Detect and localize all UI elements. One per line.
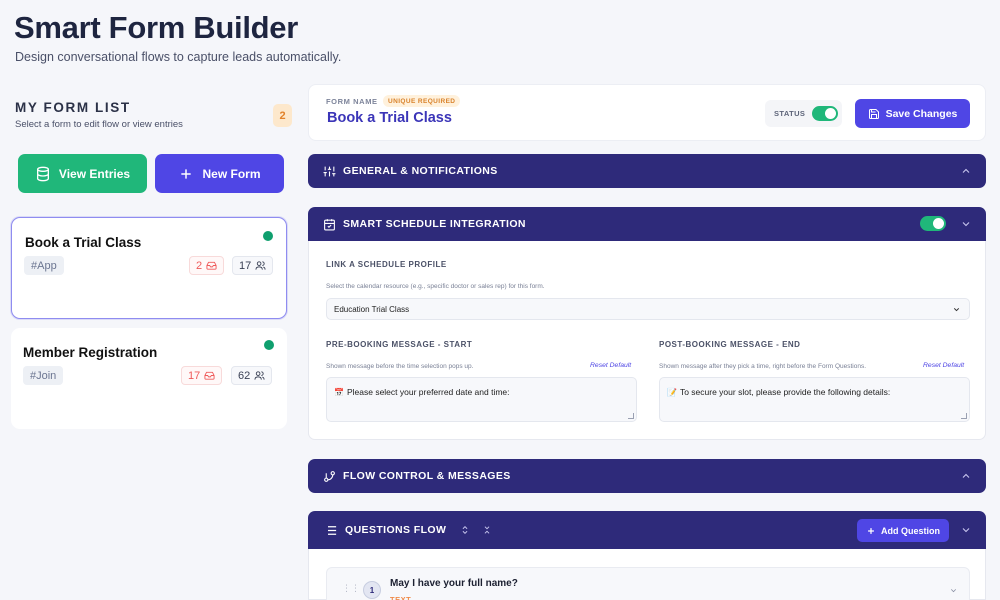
section-general-notifications[interactable]: GENERAL & NOTIFICATIONS bbox=[308, 154, 986, 188]
add-question-button[interactable]: Add Question bbox=[857, 519, 949, 542]
list-icon bbox=[324, 525, 337, 535]
unique-required-badge: UNIQUE REQUIRED bbox=[383, 95, 461, 107]
sliders-icon bbox=[323, 166, 336, 176]
database-icon bbox=[36, 166, 49, 181]
form-name-input[interactable]: Book a Trial Class bbox=[327, 110, 452, 126]
question-item[interactable]: ⋮⋮ 1 May I have your full name? TEXT bbox=[326, 567, 970, 600]
users-count: 17 bbox=[239, 259, 252, 272]
question-number: 1 bbox=[363, 581, 381, 599]
inbox-count: 2 bbox=[196, 259, 203, 272]
add-question-label: Add Question bbox=[881, 525, 940, 536]
schedule-panel: LINK A SCHEDULE PROFILE Select the calen… bbox=[308, 241, 986, 440]
new-form-label: New Form bbox=[202, 166, 261, 181]
chevron-down-icon[interactable] bbox=[960, 218, 972, 230]
users-count-stat: 17 bbox=[232, 256, 274, 275]
form-name-label: FORM NAME bbox=[326, 97, 378, 106]
save-changes-button[interactable]: Save Changes bbox=[855, 99, 970, 128]
form-card-member-registration[interactable]: Member Registration #Join 17 62 bbox=[11, 328, 287, 429]
section-smart-schedule[interactable]: SMART SCHEDULE INTEGRATION bbox=[308, 207, 986, 241]
active-status-dot bbox=[263, 231, 273, 241]
inbox-count-stat: 2 bbox=[189, 256, 225, 275]
pre-booking-textarea[interactable]: 📅 Please select your preferred date and t… bbox=[326, 377, 637, 422]
chevron-down-icon[interactable] bbox=[949, 586, 958, 595]
calendar-emoji: 📅 bbox=[334, 388, 344, 397]
users-icon bbox=[255, 261, 266, 270]
section-questions-flow[interactable]: QUESTIONS FLOW Add Question bbox=[308, 511, 986, 549]
git-branch-icon bbox=[324, 470, 335, 482]
section-title: QUESTIONS FLOW bbox=[345, 524, 447, 536]
chevron-down-icon[interactable] bbox=[960, 524, 972, 536]
question-type: TEXT bbox=[390, 595, 412, 600]
form-count-badge: 2 bbox=[273, 104, 292, 127]
section-title: FLOW CONTROL & MESSAGES bbox=[343, 470, 511, 482]
post-booking-value: To secure your slot, please provide the … bbox=[679, 387, 891, 397]
inbox-count-stat: 17 bbox=[181, 366, 223, 385]
plus-icon bbox=[181, 168, 192, 179]
form-card-name: Book a Trial Class bbox=[25, 235, 142, 250]
status-control: STATUS bbox=[765, 100, 842, 127]
form-card-book-trial[interactable]: Book a Trial Class #App 2 17 bbox=[11, 217, 287, 319]
post-booking-help: Shown message after they pick a time, ri… bbox=[659, 363, 867, 370]
form-card-name: Member Registration bbox=[23, 345, 158, 360]
form-list-title: MY FORM LIST bbox=[15, 100, 131, 115]
question-text: May I have your full name? bbox=[390, 578, 518, 589]
resize-handle-icon[interactable] bbox=[961, 413, 967, 419]
page-subtitle: Design conversational flows to capture l… bbox=[15, 50, 342, 64]
chevron-down-icon bbox=[953, 308, 960, 312]
schedule-profile-label: LINK A SCHEDULE PROFILE bbox=[326, 260, 447, 269]
schedule-profile-value: Education Trial Class bbox=[334, 304, 410, 314]
section-flow-control[interactable]: FLOW CONTROL & MESSAGES bbox=[308, 459, 986, 493]
schedule-profile-help: Select the calendar resource (e.g., spec… bbox=[326, 283, 545, 290]
form-card-tag: #App bbox=[24, 256, 64, 275]
view-entries-label: View Entries bbox=[58, 166, 131, 181]
users-icon bbox=[254, 371, 265, 380]
memo-emoji: 📝 bbox=[667, 388, 677, 397]
pre-booking-reset-link[interactable]: Reset Default bbox=[590, 362, 631, 369]
drag-handle-icon[interactable]: ⋮⋮ bbox=[342, 584, 360, 596]
schedule-profile-select[interactable]: Education Trial Class bbox=[326, 298, 970, 320]
schedule-toggle[interactable] bbox=[920, 216, 946, 231]
new-form-button[interactable]: New Form bbox=[155, 154, 284, 193]
inbox-icon bbox=[204, 371, 215, 380]
questions-panel: ⋮⋮ 1 May I have your full name? TEXT bbox=[308, 549, 986, 600]
post-booking-label: POST-BOOKING MESSAGE - END bbox=[659, 340, 801, 349]
save-icon bbox=[868, 108, 879, 119]
status-toggle[interactable] bbox=[812, 106, 839, 121]
users-count-stat: 62 bbox=[231, 366, 273, 385]
inbox-icon bbox=[206, 261, 217, 270]
view-entries-button[interactable]: View Entries bbox=[18, 154, 147, 193]
calendar-icon bbox=[324, 218, 335, 230]
users-count: 62 bbox=[238, 369, 251, 382]
collapse-all-icon[interactable] bbox=[482, 525, 492, 535]
page-title: Smart Form Builder bbox=[14, 10, 298, 45]
plus-icon bbox=[868, 527, 874, 534]
pre-booking-label: PRE-BOOKING MESSAGE - START bbox=[326, 340, 473, 349]
active-status-dot bbox=[264, 340, 274, 350]
pre-booking-help: Shown message before the time selection … bbox=[326, 363, 474, 370]
pre-booking-value: Please select your preferred date and ti… bbox=[346, 387, 510, 397]
chevron-up-icon[interactable] bbox=[960, 165, 972, 177]
status-label: STATUS bbox=[774, 109, 806, 118]
save-changes-label: Save Changes bbox=[885, 107, 958, 120]
form-list-subtitle: Select a form to edit flow or view entri… bbox=[15, 119, 183, 130]
post-booking-textarea[interactable]: 📝 To secure your slot, please provide the… bbox=[659, 377, 970, 422]
form-card-tag: #Join bbox=[23, 366, 64, 385]
resize-handle-icon[interactable] bbox=[628, 413, 634, 419]
chevron-up-icon[interactable] bbox=[960, 470, 972, 482]
inbox-count: 17 bbox=[188, 369, 201, 382]
post-booking-reset-link[interactable]: Reset Default bbox=[923, 362, 964, 369]
form-header-card: FORM NAME UNIQUE REQUIRED Book a Trial C… bbox=[308, 84, 986, 141]
section-title: SMART SCHEDULE INTEGRATION bbox=[343, 218, 526, 230]
expand-all-icon[interactable] bbox=[460, 525, 470, 535]
section-title: GENERAL & NOTIFICATIONS bbox=[343, 165, 498, 177]
